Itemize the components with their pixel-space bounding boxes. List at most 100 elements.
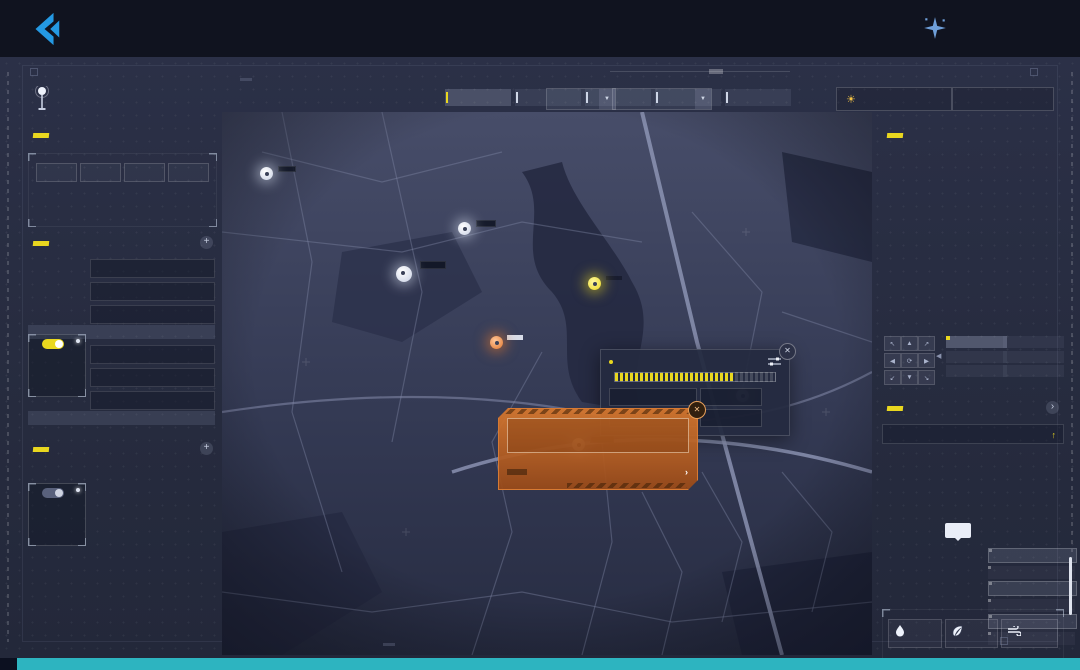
schedule2-toggle[interactable] [42, 488, 64, 498]
time-row [90, 259, 215, 278]
left-edge-ruler [7, 72, 9, 642]
map-label-skhodnya[interactable] [278, 166, 296, 172]
right-edge-ruler [1071, 72, 1073, 552]
sliders-icon[interactable] [768, 357, 781, 366]
control-title [33, 241, 50, 246]
map-label-kommunalny[interactable] [476, 220, 496, 227]
dubu-cell [700, 388, 762, 406]
control-header [33, 233, 49, 255]
up-arrow-icon: ↑ [1052, 430, 1057, 440]
contact-block [232, 10, 239, 27]
week-header [33, 439, 49, 461]
pin-khimki[interactable] [396, 266, 412, 282]
travel-checkbox-right [1030, 68, 1038, 78]
type-d-row[interactable] [988, 599, 1075, 612]
stat-briness-pct [36, 163, 77, 182]
radar-chart [898, 556, 966, 624]
add-schedule-button[interactable]: + [200, 236, 213, 249]
workbook-more-icon[interactable]: › [1046, 401, 1059, 414]
type-a-row[interactable] [988, 548, 1077, 563]
camera-list-prev-icon[interactable]: ◀ [936, 352, 941, 360]
week-title [33, 447, 50, 452]
schedule1-toggle[interactable] [42, 339, 64, 349]
camera-05-button[interactable] [1003, 351, 1064, 363]
travel-checkbox-left [30, 68, 38, 78]
pan-down-left-button[interactable]: ↙ [884, 370, 901, 385]
reset-view-button[interactable]: ⟳ [901, 353, 918, 368]
time-row [90, 345, 215, 364]
current-data-title [33, 133, 50, 138]
weather-box: ☀ [836, 87, 952, 111]
stat-energy-kw [80, 163, 121, 182]
camera-06-button[interactable] [1003, 365, 1064, 377]
leaf-icon [952, 625, 963, 637]
start-date-row [90, 368, 215, 387]
pin-zavodskaya[interactable] [588, 277, 601, 290]
map-label-zavodskaya[interactable] [606, 276, 622, 280]
pan-up-left-button[interactable]: ↖ [884, 336, 901, 351]
start-date-row [90, 282, 215, 301]
decor-slider[interactable] [610, 71, 790, 72]
schedule1-rows [90, 259, 215, 324]
workbook-title [887, 406, 904, 411]
gliv-cell [700, 409, 762, 427]
current-data-header [33, 125, 49, 147]
dashboard: ▼ ▼ ☀ [0, 57, 1080, 658]
pin-kommunalny[interactable] [458, 222, 471, 235]
pan-up-right-button[interactable]: ↗ [918, 336, 935, 351]
lanlan-logo-icon [26, 10, 64, 48]
type-b-row[interactable] [988, 566, 1075, 579]
map-label-leningradskoe[interactable] [507, 335, 523, 340]
more-button[interactable]: › [685, 467, 689, 477]
expand-week-button[interactable]: + [200, 442, 213, 455]
bottom-accent-bar [0, 658, 1080, 670]
close-icon[interactable]: ✕ [779, 343, 796, 360]
travel-checkbox-bottom [1000, 637, 1008, 647]
failure-lamp-id [507, 469, 527, 475]
pin-leningradskoe[interactable] [490, 336, 503, 349]
tab-overview-3[interactable] [725, 89, 791, 106]
situation-cell [609, 388, 697, 406]
sun-icon: ☀ [846, 93, 856, 106]
pin-skhodnya[interactable] [260, 167, 273, 180]
pan-right-button[interactable]: ▶ [918, 353, 935, 368]
schedule2-except-bar [28, 411, 215, 425]
workbook-stats: ↑ [882, 424, 1064, 444]
ptz-pad: ↖ ▲ ↗ ◀ ⟳ ▶ ↙ ▼ ↘ [884, 336, 933, 385]
bulb-icon [76, 488, 80, 492]
schedule1-except-bar [28, 325, 215, 339]
lbn-progress-bar [614, 372, 776, 382]
scrollbar-thumb[interactable] [1069, 557, 1072, 615]
chevron-down-icon[interactable]: ▼ [695, 89, 711, 109]
environment-title [887, 133, 904, 138]
street-light-badge [383, 643, 395, 646]
type-c-row[interactable] [988, 581, 1077, 596]
area-select[interactable]: ▼ [546, 88, 616, 110]
brand-banner [0, 0, 1080, 57]
failure-close-icon[interactable]: ✕ [688, 401, 706, 419]
type-list [988, 548, 1077, 645]
hazard-stripe-bottom [567, 483, 687, 488]
hazard-stripe-top [499, 409, 697, 414]
camera-03-button[interactable] [946, 365, 1007, 377]
type-e-row[interactable] [988, 614, 1077, 629]
map-label-khimki[interactable] [420, 261, 446, 269]
region-select[interactable]: ▼ [612, 88, 712, 110]
bulb-icon [76, 339, 80, 343]
environment-header [887, 125, 903, 147]
camera-04-button[interactable] [1003, 336, 1064, 348]
tab-overview-1[interactable] [445, 89, 511, 106]
schedule2-rows [90, 345, 215, 410]
camera-02-button[interactable] [946, 351, 1007, 363]
pan-down-button[interactable]: ▼ [901, 370, 918, 385]
failure-title-box [507, 418, 689, 453]
pan-left-button[interactable]: ◀ [884, 353, 901, 368]
pan-down-right-button[interactable]: ↘ [918, 370, 935, 385]
streetlamp-icon [34, 86, 50, 113]
sparkle-icon [922, 15, 948, 41]
camera-01-button[interactable] [946, 336, 1007, 348]
current-data-panel [28, 153, 217, 227]
stat-briness-w [124, 163, 165, 182]
lighting-badge [240, 78, 252, 81]
pan-up-button[interactable]: ▲ [901, 336, 918, 351]
